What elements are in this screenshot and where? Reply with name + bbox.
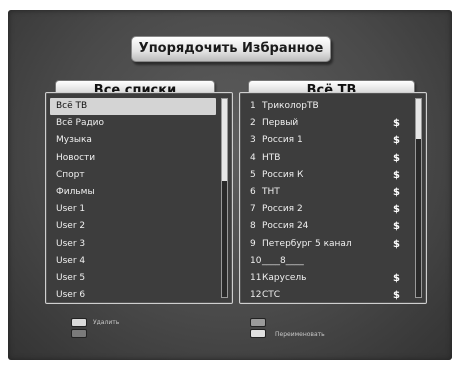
- scrambled-icon: $: [393, 221, 400, 233]
- channel-name: Россия К: [262, 169, 304, 180]
- lists-scrollbar[interactable]: [221, 98, 228, 298]
- list-item[interactable]: Фильмы: [50, 184, 216, 201]
- lists-list: Всё ТВ Всё Радио Музыка Новости Спорт Фильмы U…: [50, 98, 216, 304]
- scrambled-icon: $: [393, 272, 400, 284]
- channel-row[interactable]: 7 Россия 2 $: [244, 201, 410, 218]
- list-item-label: Музыка: [56, 135, 92, 146]
- scrambled-icon: $: [393, 135, 400, 147]
- channel-name: ТНТ: [262, 186, 280, 197]
- list-item-label: Всё ТВ: [56, 101, 88, 111]
- scrambled-icon: $: [393, 204, 400, 216]
- channel-number: 1: [250, 101, 256, 111]
- list-item-label: Всё Радио: [56, 118, 105, 129]
- channel-number: 5: [250, 169, 256, 180]
- channel-number: 12: [250, 290, 262, 301]
- screen: Упорядочить Избранное Все списки Всё ТВ В…: [0, 0, 455, 366]
- channel-number: 3: [250, 135, 256, 146]
- scrambled-icon: $: [393, 238, 400, 250]
- list-item[interactable]: Новости: [50, 150, 216, 167]
- channel-name: Россия 1: [262, 135, 303, 146]
- channels-scrollbar[interactable]: [415, 98, 422, 298]
- list-item[interactable]: Всё Радио: [50, 115, 216, 132]
- channel-row[interactable]: 2 Первый $: [244, 115, 410, 132]
- channel-name: СТС: [262, 290, 281, 301]
- channel-name: Первый: [262, 118, 299, 129]
- list-item[interactable]: User 4: [50, 253, 216, 270]
- channel-number: 6: [250, 186, 256, 197]
- list-item[interactable]: User 6: [50, 287, 216, 304]
- channel-row[interactable]: 9 Петербург 5 канал $: [244, 236, 410, 253]
- channels-list: 1 ТриколорТВ 2 Первый $3 Россия 1 $4 НТВ $5 Росси…: [244, 98, 410, 304]
- channel-number: 2: [250, 118, 256, 129]
- lists-panel: Всё ТВ Всё Радио Музыка Новости Спорт Фильмы U…: [45, 92, 233, 304]
- channel-row[interactable]: 10____8____: [244, 253, 410, 270]
- rename-hint: Переименовать: [275, 331, 325, 338]
- list-item[interactable]: User 1: [50, 201, 216, 218]
- scrambled-icon: $: [393, 290, 400, 302]
- channel-name: Россия 2: [262, 204, 303, 215]
- list-item-label: User 3: [56, 238, 86, 249]
- list-item-label: Спорт: [56, 169, 85, 180]
- channel-row[interactable]: 8 Россия 24 $: [244, 218, 410, 235]
- channel-name: ТриколорТВ: [262, 101, 319, 111]
- scrambled-icon: $: [393, 186, 400, 198]
- scrambled-icon: $: [393, 169, 400, 181]
- blue-key-icon: [250, 329, 266, 338]
- channel-name: Карусель: [262, 272, 307, 283]
- page-title: Упорядочить Избранное: [131, 36, 331, 62]
- channel-row[interactable]: 4 НТВ $: [244, 150, 410, 167]
- list-item-label: User 6: [56, 290, 86, 301]
- channel-number: 11: [250, 272, 262, 283]
- green-key-icon: [71, 329, 87, 338]
- channel-number: 10: [250, 255, 262, 266]
- list-item-label: Фильмы: [56, 186, 95, 197]
- channels-panel: 1 ТриколорТВ 2 Первый $3 Россия 1 $4 НТВ $5 Росси…: [239, 92, 427, 304]
- channel-row[interactable]: 5 Россия К $: [244, 167, 410, 184]
- channels-scroll-thumb[interactable]: [416, 99, 421, 139]
- channel-row[interactable]: 12СТС $: [244, 287, 410, 304]
- list-item[interactable]: Спорт: [50, 167, 216, 184]
- list-item[interactable]: User 5: [50, 270, 216, 287]
- channel-row[interactable]: 11Карусель $: [244, 270, 410, 287]
- channel-number: 8: [250, 221, 256, 232]
- red-key-icon: [71, 318, 87, 327]
- lists-scroll-thumb[interactable]: [222, 99, 227, 181]
- channel-name: ____8____: [262, 255, 304, 266]
- channel-number: 7: [250, 204, 256, 215]
- channel-name: НТВ: [262, 152, 281, 163]
- list-item-label: User 2: [56, 221, 86, 232]
- list-item-label: User 5: [56, 272, 86, 283]
- list-item-label: User 1: [56, 204, 86, 215]
- list-item[interactable]: Всё ТВ: [50, 98, 216, 116]
- list-item[interactable]: Музыка: [50, 132, 216, 149]
- delete-hint: Удалить: [93, 319, 120, 326]
- scrambled-icon: $: [393, 152, 400, 164]
- scrambled-icon: $: [393, 118, 400, 130]
- channel-number: 9: [250, 238, 256, 249]
- list-item[interactable]: User 3: [50, 236, 216, 253]
- channel-name: Россия 24: [262, 221, 309, 232]
- channel-row[interactable]: 1 ТриколорТВ: [244, 98, 410, 115]
- channel-name: Петербург 5 канал: [262, 238, 352, 249]
- list-item-label: User 4: [56, 255, 86, 266]
- list-item-label: Новости: [56, 152, 96, 163]
- channel-number: 4: [250, 152, 256, 163]
- yellow-key-icon: [250, 318, 266, 327]
- channel-row[interactable]: 3 Россия 1 $: [244, 132, 410, 149]
- list-item[interactable]: User 2: [50, 218, 216, 235]
- channel-row[interactable]: 6 ТНТ $: [244, 184, 410, 201]
